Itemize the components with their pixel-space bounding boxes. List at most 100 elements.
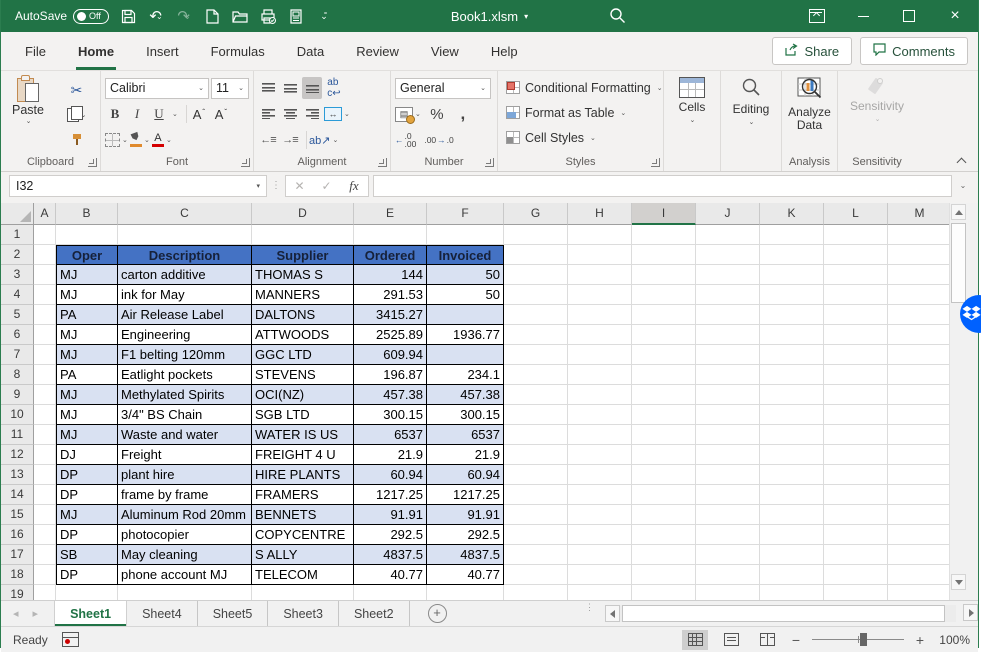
cell-C15[interactable]: Aluminum Rod 20mm	[118, 505, 252, 525]
cell-C5[interactable]: Air Release Label	[118, 305, 252, 325]
cell-C7[interactable]: F1 belting 120mm	[118, 345, 252, 365]
column-header-I[interactable]: I	[632, 203, 696, 225]
cell-B1[interactable]	[56, 225, 118, 245]
ribbon-tab-view[interactable]: View	[415, 32, 475, 70]
cell-A18[interactable]	[34, 565, 56, 585]
column-header-B[interactable]: B	[56, 203, 118, 225]
cell-M19[interactable]	[888, 585, 952, 600]
cell-K6[interactable]	[760, 325, 824, 345]
select-all-corner[interactable]	[1, 203, 34, 225]
cell-F11[interactable]: 6537	[427, 425, 504, 445]
ribbon-tab-file[interactable]: File	[9, 32, 62, 70]
cell-J3[interactable]	[696, 265, 760, 285]
cell-A9[interactable]	[34, 385, 56, 405]
cell-M2[interactable]	[888, 245, 952, 265]
cell-L3[interactable]	[824, 265, 888, 285]
maximize-button[interactable]	[886, 0, 932, 32]
align-left-button[interactable]	[258, 103, 278, 125]
cell-D17[interactable]: S ALLY	[252, 545, 354, 565]
cell-L17[interactable]	[824, 545, 888, 565]
cell-C19[interactable]	[118, 585, 252, 600]
formula-input[interactable]	[373, 175, 952, 197]
autosave-switch[interactable]: Off	[73, 9, 109, 24]
search-icon[interactable]	[609, 7, 626, 27]
paste-button[interactable]: Paste ⌄	[7, 75, 49, 143]
cell-F7[interactable]	[427, 345, 504, 365]
ribbon-tab-insert[interactable]: Insert	[130, 32, 195, 70]
cell-J19[interactable]	[696, 585, 760, 600]
cell-E4[interactable]: 291.53	[354, 285, 427, 305]
cut-button[interactable]: ✂	[53, 79, 100, 101]
ribbon-tab-formulas[interactable]: Formulas	[195, 32, 281, 70]
cell-K14[interactable]	[760, 485, 824, 505]
cell-E8[interactable]: 196.87	[354, 365, 427, 385]
cell-K19[interactable]	[760, 585, 824, 600]
cell-M1[interactable]	[888, 225, 952, 245]
cell-M3[interactable]	[888, 265, 952, 285]
percent-style-button[interactable]: %	[427, 103, 447, 125]
cell-D14[interactable]: FRAMERS	[252, 485, 354, 505]
row-header-11[interactable]: 11	[1, 425, 34, 445]
cell-C11[interactable]: Waste and water	[118, 425, 252, 445]
vertical-scrollbar[interactable]	[949, 203, 967, 600]
cell-K15[interactable]	[760, 505, 824, 525]
cell-F6[interactable]: 1936.77	[427, 325, 504, 345]
cell-E12[interactable]: 21.9	[354, 445, 427, 465]
scroll-down-icon[interactable]	[951, 574, 966, 590]
cell-G13[interactable]	[504, 465, 568, 485]
top-align-button[interactable]	[258, 77, 278, 99]
cell-B5[interactable]: PA	[56, 305, 118, 325]
cell-G2[interactable]	[504, 245, 568, 265]
cell-A3[interactable]	[34, 265, 56, 285]
cell-B3[interactable]: MJ	[56, 265, 118, 285]
cell-D19[interactable]	[252, 585, 354, 600]
column-header-D[interactable]: D	[252, 203, 354, 225]
cell-D3[interactable]: THOMAS S	[252, 265, 354, 285]
cell-H14[interactable]	[568, 485, 632, 505]
cell-E10[interactable]: 300.15	[354, 405, 427, 425]
cell-G8[interactable]	[504, 365, 568, 385]
cell-K1[interactable]	[760, 225, 824, 245]
share-button[interactable]: Share	[772, 37, 852, 65]
cell-E9[interactable]: 457.38	[354, 385, 427, 405]
autosave-toggle[interactable]: AutoSave Off	[15, 9, 109, 24]
comma-style-button[interactable]: ,	[453, 103, 473, 125]
cell-M4[interactable]	[888, 285, 952, 305]
cell-F18[interactable]: 40.77	[427, 565, 504, 585]
horizontal-scrollbar[interactable]	[605, 604, 956, 622]
cell-L1[interactable]	[824, 225, 888, 245]
cell-L2[interactable]	[824, 245, 888, 265]
cell-C4[interactable]: ink for May	[118, 285, 252, 305]
cell-F14[interactable]: 1217.25	[427, 485, 504, 505]
row-header-10[interactable]: 10	[1, 405, 34, 425]
ribbon-tab-review[interactable]: Review	[340, 32, 415, 70]
cell-F2[interactable]: Invoiced	[427, 245, 504, 265]
cell-E2[interactable]: Ordered	[354, 245, 427, 265]
decrease-decimal-button[interactable]: .00→.0	[424, 129, 453, 151]
cell-K8[interactable]	[760, 365, 824, 385]
cell-D7[interactable]: GGC LTD	[252, 345, 354, 365]
cell-E19[interactable]	[354, 585, 427, 600]
cell-E1[interactable]	[354, 225, 427, 245]
cell-F13[interactable]: 60.94	[427, 465, 504, 485]
cell-M15[interactable]	[888, 505, 952, 525]
cell-B14[interactable]: DP	[56, 485, 118, 505]
cell-B19[interactable]	[56, 585, 118, 600]
bold-button[interactable]: B	[105, 103, 125, 125]
horizontal-scroll-thumb[interactable]	[622, 605, 945, 622]
cell-L7[interactable]	[824, 345, 888, 365]
cell-C14[interactable]: frame by frame	[118, 485, 252, 505]
collapse-ribbon-icon[interactable]	[956, 157, 966, 165]
cell-G9[interactable]	[504, 385, 568, 405]
increase-decimal-button[interactable]: ←.0.00	[395, 129, 416, 151]
copy-button[interactable]: ⌄	[53, 104, 100, 126]
cell-A4[interactable]	[34, 285, 56, 305]
cell-M9[interactable]	[888, 385, 952, 405]
orientation-button[interactable]: ab↗⌄	[309, 129, 338, 151]
cell-L14[interactable]	[824, 485, 888, 505]
macro-record-icon[interactable]	[62, 632, 79, 647]
cell-I17[interactable]	[632, 545, 696, 565]
comments-button[interactable]: Comments	[860, 37, 968, 65]
cell-A8[interactable]	[34, 365, 56, 385]
cell-B18[interactable]: DP	[56, 565, 118, 585]
